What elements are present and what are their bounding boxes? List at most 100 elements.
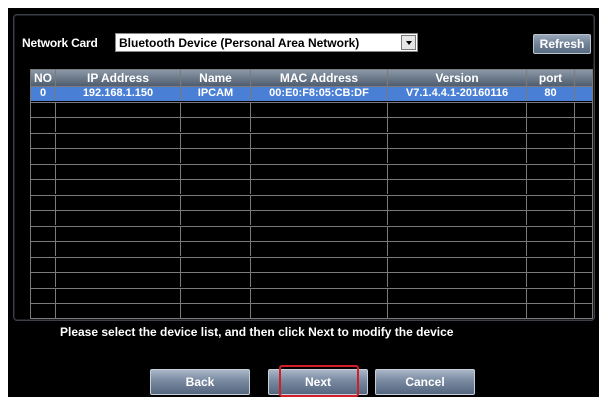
cell-port bbox=[527, 211, 575, 225]
cell-port bbox=[527, 180, 575, 194]
cell-version bbox=[388, 149, 527, 163]
cancel-button[interactable]: Cancel bbox=[375, 369, 475, 395]
column-header-mac-address[interactable]: MAC Address bbox=[251, 70, 388, 86]
cell-mac bbox=[251, 195, 388, 210]
refresh-button[interactable]: Refresh bbox=[533, 34, 591, 54]
cell-filler bbox=[575, 134, 592, 148]
cell-ip bbox=[56, 304, 181, 318]
cell-name bbox=[181, 195, 251, 210]
cell-filler bbox=[575, 211, 592, 225]
cell-ip bbox=[56, 242, 181, 256]
cell-no bbox=[31, 164, 56, 179]
cell-port bbox=[527, 304, 575, 318]
cell-name bbox=[181, 180, 251, 194]
cell-version: V7.1.4.4.1-20160116 bbox=[388, 87, 527, 101]
table-header: NO IP Address Name MAC Address Version p… bbox=[31, 70, 592, 86]
cell-version bbox=[388, 226, 527, 241]
table-row[interactable] bbox=[31, 148, 592, 163]
cell-ip bbox=[56, 102, 181, 117]
table-row[interactable] bbox=[31, 194, 592, 210]
table-row[interactable] bbox=[31, 256, 592, 272]
cell-ip bbox=[56, 133, 181, 148]
column-header-ip-address[interactable]: IP Address bbox=[56, 70, 181, 86]
cell-mac bbox=[251, 180, 388, 194]
cell-no bbox=[31, 195, 56, 210]
table-row[interactable] bbox=[31, 241, 592, 256]
cell-port bbox=[527, 133, 575, 148]
cell-port bbox=[527, 273, 575, 287]
cell-name bbox=[181, 257, 251, 272]
cell-name bbox=[181, 288, 251, 303]
table-row[interactable] bbox=[31, 179, 592, 194]
table-row[interactable] bbox=[31, 225, 592, 241]
cell-mac bbox=[251, 102, 388, 117]
table-row[interactable] bbox=[31, 163, 592, 179]
cell-mac bbox=[251, 288, 388, 303]
network-card-value: Bluetooth Device (Personal Area Network) bbox=[119, 36, 360, 50]
cell-port bbox=[527, 288, 575, 303]
cell-filler bbox=[575, 258, 592, 272]
cell-name bbox=[181, 211, 251, 225]
cell-no bbox=[31, 211, 56, 225]
device-panel: Network Card Bluetooth Device (Personal … bbox=[13, 14, 595, 321]
cell-filler bbox=[575, 242, 592, 256]
table-row[interactable] bbox=[31, 210, 592, 225]
cell-filler bbox=[575, 289, 592, 303]
cell-ip bbox=[56, 257, 181, 272]
cell-filler bbox=[575, 118, 592, 132]
column-header-no[interactable]: NO bbox=[31, 70, 56, 86]
cell-filler bbox=[575, 103, 592, 117]
table-row[interactable]: 0 192.168.1.150 IPCAM 00:E0:F8:05:CB:DF V7.1… bbox=[31, 86, 592, 101]
cell-no bbox=[31, 102, 56, 117]
cell-port bbox=[527, 242, 575, 256]
cell-ip bbox=[56, 195, 181, 210]
cell-no bbox=[31, 118, 56, 132]
table-row[interactable] bbox=[31, 287, 592, 303]
cell-ip bbox=[56, 288, 181, 303]
cell-port bbox=[527, 226, 575, 241]
cell-version bbox=[388, 180, 527, 194]
cell-version bbox=[388, 195, 527, 210]
cell-filler bbox=[575, 273, 592, 287]
cell-mac bbox=[251, 273, 388, 287]
network-card-select[interactable]: Bluetooth Device (Personal Area Network) bbox=[115, 33, 418, 52]
cell-port bbox=[527, 164, 575, 179]
next-button[interactable]: Next bbox=[268, 369, 368, 395]
column-header-port[interactable]: port bbox=[527, 70, 575, 86]
cell-mac bbox=[251, 149, 388, 163]
chevron-down-icon[interactable] bbox=[401, 35, 416, 50]
device-table: NO IP Address Name MAC Address Version p… bbox=[30, 69, 593, 319]
cell-filler bbox=[575, 149, 592, 163]
cell-no bbox=[31, 273, 56, 287]
cell-ip bbox=[56, 226, 181, 241]
table-row[interactable] bbox=[31, 132, 592, 148]
cell-version bbox=[388, 242, 527, 256]
table-row[interactable] bbox=[31, 272, 592, 287]
cell-port bbox=[527, 257, 575, 272]
column-header-version[interactable]: Version bbox=[388, 70, 527, 86]
cell-mac bbox=[251, 133, 388, 148]
cell-filler bbox=[575, 196, 592, 210]
column-header-filler bbox=[575, 70, 592, 86]
network-card-label: Network Card bbox=[22, 36, 98, 50]
cell-no bbox=[31, 226, 56, 241]
cell-version bbox=[388, 118, 527, 132]
table-row[interactable] bbox=[31, 117, 592, 132]
cell-version bbox=[388, 257, 527, 272]
cell-mac bbox=[251, 226, 388, 241]
cell-version bbox=[388, 211, 527, 225]
cell-name bbox=[181, 102, 251, 117]
back-button[interactable]: Back bbox=[150, 369, 250, 395]
cell-no bbox=[31, 257, 56, 272]
cell-ip bbox=[56, 273, 181, 287]
cell-version bbox=[388, 164, 527, 179]
cell-mac bbox=[251, 118, 388, 132]
cell-version bbox=[388, 133, 527, 148]
table-row[interactable] bbox=[31, 303, 592, 318]
cell-mac bbox=[251, 211, 388, 225]
cell-port: 80 bbox=[527, 87, 575, 101]
cell-filler bbox=[575, 87, 592, 101]
column-header-name[interactable]: Name bbox=[181, 70, 251, 86]
table-row[interactable] bbox=[31, 101, 592, 117]
cell-filler bbox=[575, 227, 592, 241]
